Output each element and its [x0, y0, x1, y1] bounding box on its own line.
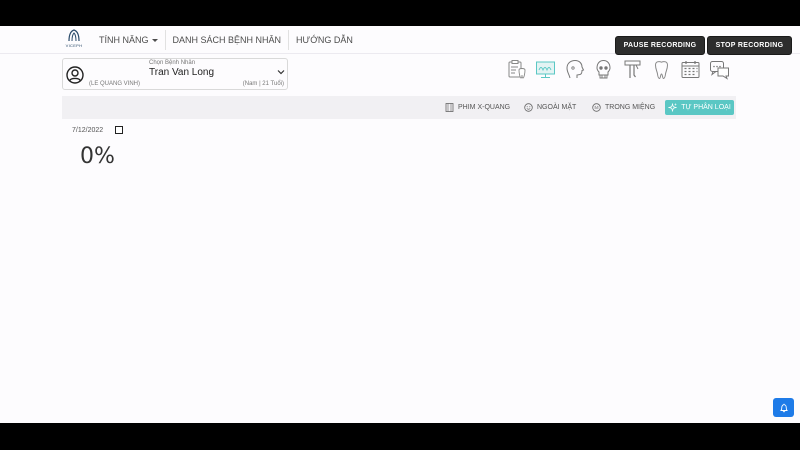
upload-progress: 0%	[80, 144, 115, 169]
image-filter-bar: PHIM X-QUANG NGOÀI MẶT TRONG MIỆNG TỰ PH…	[62, 96, 736, 119]
tooth-icon[interactable]	[650, 58, 673, 81]
filter-xray-label: PHIM X-QUANG	[458, 104, 511, 111]
stop-recording-button[interactable]: STOP RECORDING	[707, 36, 792, 55]
patient-info: (Nam | 21 Tuổi)	[242, 81, 284, 87]
nav-patient-list[interactable]: DANH SÁCH BỆNH NHÂN	[166, 30, 290, 50]
calendar-icon[interactable]	[679, 58, 702, 81]
nav-guide-label: HƯỚNG DẪN	[296, 35, 353, 45]
tool-icons-bar	[505, 58, 731, 82]
user-avatar-icon	[66, 66, 84, 84]
filter-xray[interactable]: PHIM X-QUANG	[445, 100, 510, 115]
nav-features[interactable]: TÍNH NĂNG	[92, 30, 166, 50]
patient-selector[interactable]: Chọn Bệnh Nhân Tran Van Long (LE QUANG V…	[62, 58, 288, 90]
select-checkbox[interactable]	[115, 126, 123, 134]
filter-extraoral-label: NGOÀI MẶT	[537, 104, 577, 111]
clipboard-tooth-icon[interactable]	[505, 58, 528, 81]
nav-guide[interactable]: HƯỚNG DẪN	[289, 30, 360, 50]
face-profile-icon[interactable]	[563, 58, 586, 81]
auto-classify-button[interactable]: TỰ PHÂN LOẠI	[665, 100, 734, 115]
patient-select-label: Chọn Bệnh Nhân	[149, 60, 196, 66]
logo-icon	[68, 29, 80, 42]
main-nav: TÍNH NĂNG DANH SÁCH BỆNH NHÂN HƯỚNG DẪN	[92, 26, 360, 54]
face-smile-icon	[524, 103, 533, 112]
notification-button[interactable]	[773, 398, 794, 417]
bell-icon	[779, 403, 788, 412]
filter-intraoral[interactable]: TRONG MIỆNG	[592, 100, 655, 115]
nav-patient-list-label: DANH SÁCH BỆNH NHÂN	[172, 35, 282, 45]
filter-intraoral-label: TRONG MIỆNG	[605, 104, 656, 111]
app-window: VICEPH TÍNH NĂNG DANH SÁCH BỆNH NHÂN HƯỚ…	[0, 26, 800, 423]
nav-features-label: TÍNH NĂNG	[99, 35, 149, 45]
logo-text: VICEPH	[65, 43, 83, 48]
pause-recording-button[interactable]: PAUSE RECORDING	[615, 36, 705, 55]
chevron-down-icon[interactable]	[277, 68, 285, 76]
doctor-name: (LE QUANG VINH)	[89, 81, 141, 87]
sparkle-icon	[668, 103, 678, 112]
xray-monitor-icon[interactable]	[534, 58, 557, 81]
app-logo[interactable]: VICEPH	[62, 29, 86, 51]
auto-classify-label: TỰ PHÂN LOẠI	[681, 104, 731, 111]
image-date: 7/12/2022	[72, 127, 104, 134]
film-icon	[445, 103, 454, 112]
skull-icon[interactable]	[592, 58, 615, 81]
chat-icon[interactable]	[708, 58, 731, 81]
patient-name[interactable]: Tran Van Long	[149, 67, 287, 79]
dental-tools-icon[interactable]	[621, 58, 644, 81]
caret-down-icon	[151, 38, 158, 42]
mouth-icon	[592, 103, 601, 112]
filter-extraoral[interactable]: NGOÀI MẶT	[524, 100, 576, 115]
